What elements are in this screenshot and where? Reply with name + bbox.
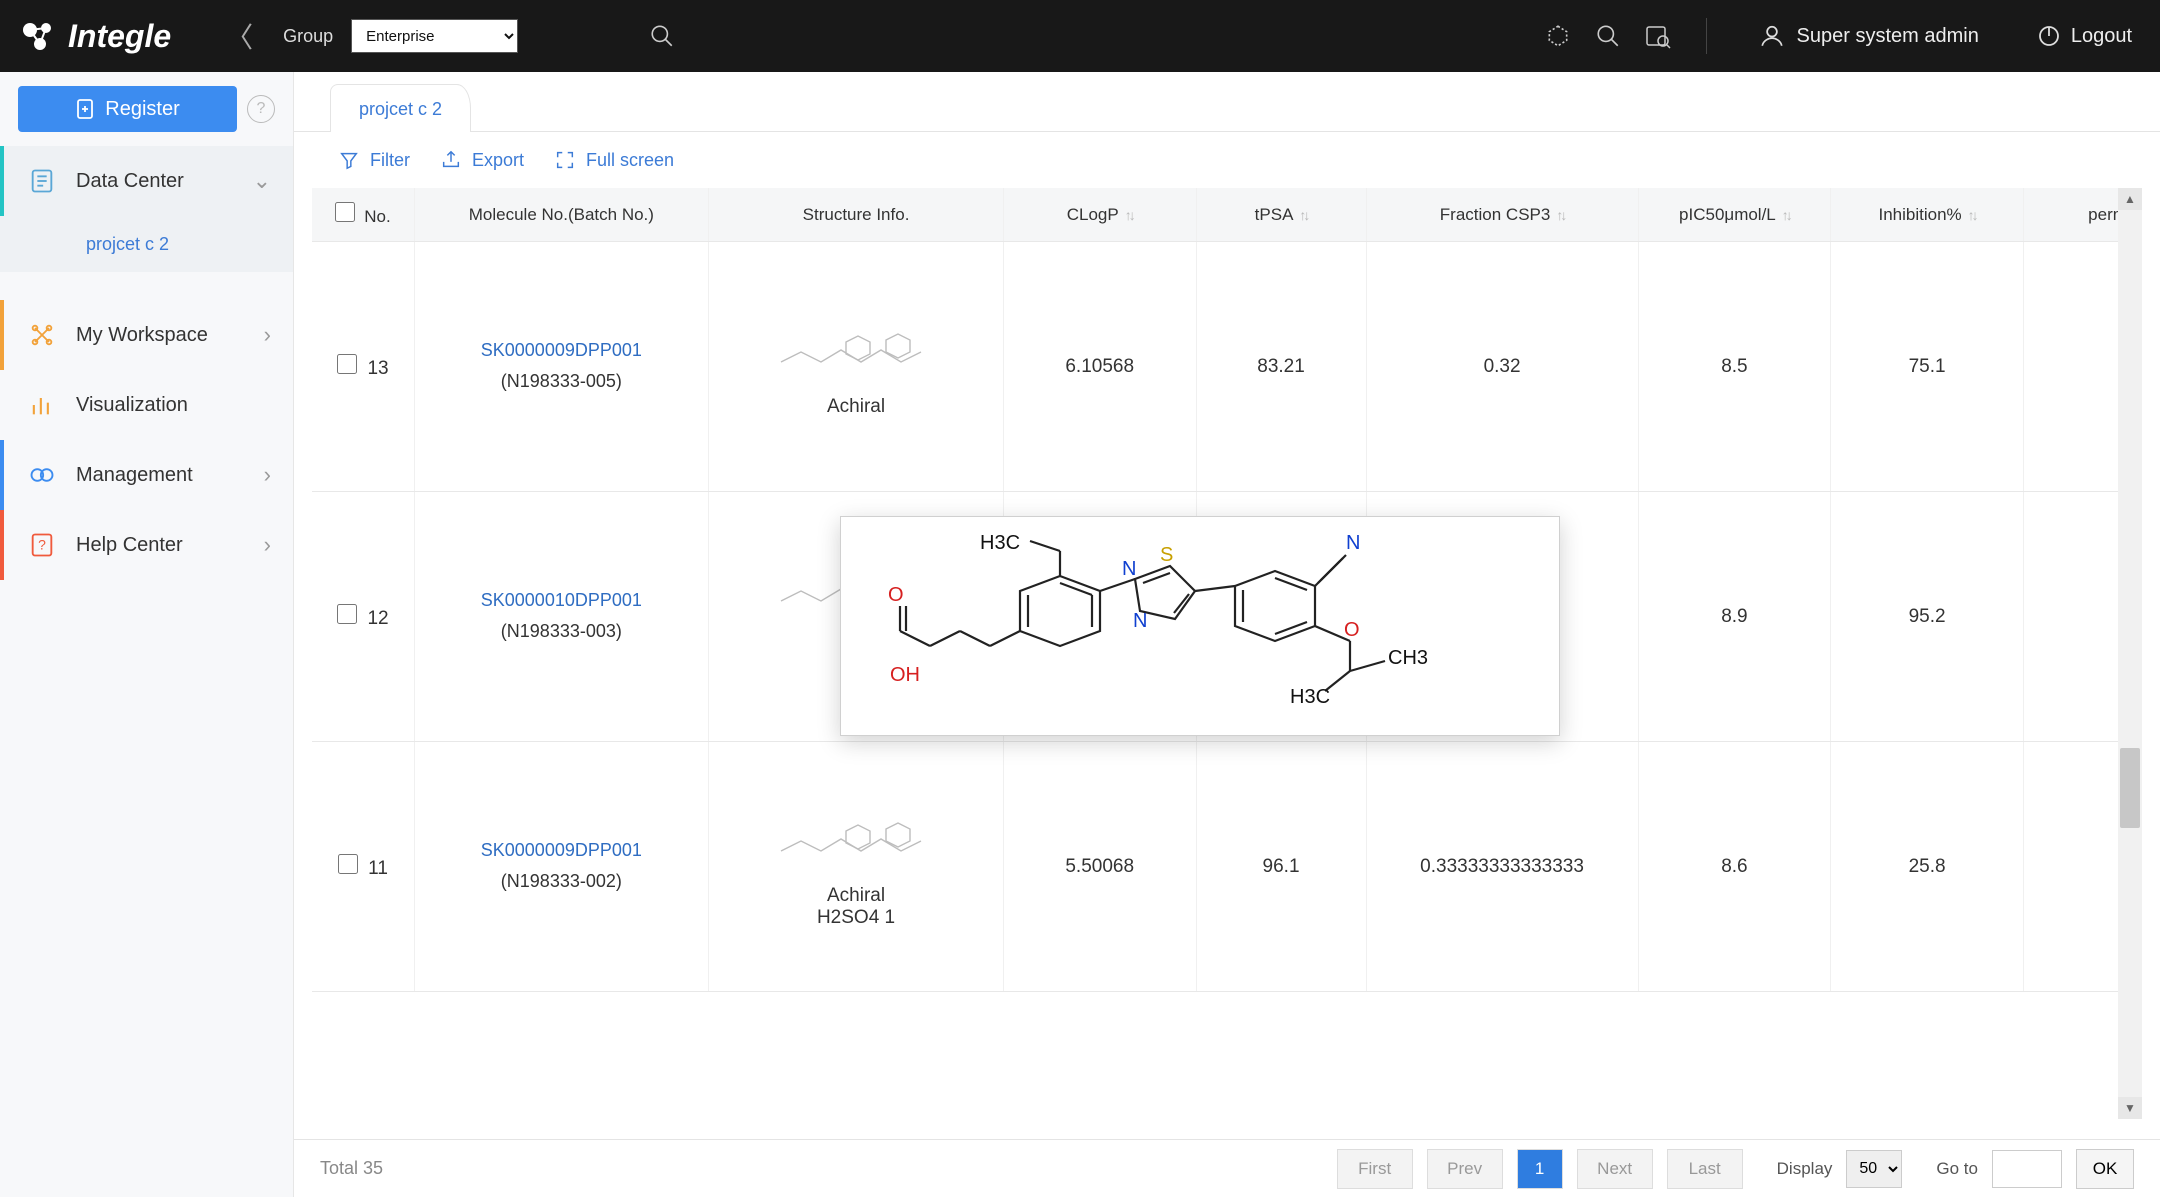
scroll-down-icon[interactable]: ▼	[2118, 1097, 2142, 1119]
group-label: Group	[283, 26, 333, 47]
row-checkbox[interactable]	[337, 604, 357, 624]
svg-text:S: S	[1160, 544, 1173, 566]
structure-thumb-icon[interactable]	[776, 322, 936, 382]
select-all-checkbox[interactable]	[335, 202, 355, 222]
goto-input[interactable]	[1992, 1150, 2062, 1188]
col-csp3[interactable]: Fraction CSP3↑↓	[1366, 188, 1638, 242]
sidebar-item-datacenter[interactable]: Data Center ⌄	[0, 146, 293, 216]
structure-thumb-icon[interactable]	[776, 811, 936, 871]
sort-icon: ↑↓	[1125, 207, 1133, 223]
structure-preview-popup: H3C N S N N O O OH CH3 H3C	[840, 516, 1560, 736]
goto-label: Go to	[1936, 1159, 1978, 1179]
total-label: Total 35	[320, 1158, 383, 1179]
chevron-right-icon: ›	[264, 532, 271, 558]
display-select[interactable]: 50	[1846, 1150, 1902, 1188]
row-checkbox[interactable]	[338, 854, 358, 874]
svg-text:O: O	[1344, 619, 1360, 641]
table-header-row: No. Molecule No.(Batch No.) Structure In…	[312, 188, 2142, 242]
goto-ok[interactable]: OK	[2076, 1149, 2134, 1189]
molecule-link[interactable]: SK0000009DPP001	[427, 840, 697, 861]
batch-no: (N198333-003)	[501, 621, 622, 641]
batch-no: (N198333-002)	[501, 871, 622, 891]
management-icon	[26, 459, 58, 491]
col-pic50[interactable]: pIC50μmol/L↑↓	[1638, 188, 1831, 242]
brand-name: Integle	[68, 18, 171, 55]
molecule-structure-icon: H3C N S N N O O OH CH3 H3C	[860, 531, 1540, 721]
group-select-wrap: Enterprise	[351, 19, 518, 53]
group-select[interactable]: Enterprise	[352, 20, 517, 52]
batch-no: (N198333-005)	[501, 371, 622, 391]
logo-mark-icon	[18, 16, 58, 56]
scroll-thumb[interactable]	[2120, 748, 2140, 828]
sidebar-item-helpcenter[interactable]: ? Help Center ›	[0, 510, 293, 580]
col-molecule[interactable]: Molecule No.(Batch No.)	[414, 188, 709, 242]
visualization-icon	[26, 389, 58, 421]
horizontal-scrollbar[interactable]	[294, 1119, 2160, 1139]
pagination-bar: Total 35 First Prev 1 Next Last Display …	[294, 1139, 2160, 1197]
user-label: Super system admin	[1797, 25, 1979, 48]
col-clogp[interactable]: CLogP↑↓	[1003, 188, 1196, 242]
tabs-bar: projcet c 2	[294, 72, 2160, 132]
page-next[interactable]: Next	[1577, 1149, 1653, 1189]
topbar: Integle 〈 Group Enterprise Super system …	[0, 0, 2160, 72]
workspace-icon	[26, 319, 58, 351]
svg-text:H3C: H3C	[1290, 686, 1330, 708]
svg-text:N: N	[1122, 558, 1136, 580]
svg-text:H3C: H3C	[980, 532, 1020, 554]
vertical-scrollbar[interactable]: ▲ ▼	[2118, 188, 2142, 1119]
svg-text:N: N	[1346, 532, 1360, 554]
molecule-link[interactable]: SK0000009DPP001	[427, 340, 697, 361]
register-button[interactable]: Register	[18, 86, 237, 132]
tab-project[interactable]: projcet c 2	[330, 84, 471, 132]
sidebar: Register ? Data Center ⌄ projcet c 2 My …	[0, 72, 294, 1197]
page-last[interactable]: Last	[1667, 1149, 1743, 1189]
datacenter-icon	[26, 165, 58, 197]
search-icon[interactable]	[646, 20, 678, 52]
page-prev[interactable]: Prev	[1427, 1149, 1503, 1189]
logout-button[interactable]: Logout	[2037, 24, 2132, 48]
page-first[interactable]: First	[1337, 1149, 1413, 1189]
back-icon[interactable]: 〈	[219, 16, 259, 56]
user-menu[interactable]: Super system admin	[1759, 23, 1979, 49]
toolbar: Filter Export Full screen	[294, 132, 2160, 188]
svg-text:?: ?	[38, 537, 46, 553]
col-inhib[interactable]: Inhibition%↑↓	[1831, 188, 2024, 242]
sidebar-item-workspace[interactable]: My Workspace ›	[0, 300, 293, 370]
svg-text:N: N	[1133, 610, 1147, 632]
fullscreen-button[interactable]: Full screen	[554, 149, 674, 171]
display-label: Display	[1777, 1159, 1833, 1179]
table-row[interactable]: 13SK0000009DPP001(N198333-005)Achiral6.1…	[312, 242, 2142, 492]
row-checkbox[interactable]	[337, 354, 357, 374]
search2-icon[interactable]	[1592, 20, 1624, 52]
brand-logo: Integle	[18, 16, 171, 56]
sidebar-item-management[interactable]: Management ›	[0, 440, 293, 510]
col-tpsa[interactable]: tPSA↑↓	[1196, 188, 1366, 242]
svg-text:OH: OH	[890, 664, 920, 686]
structure-search-icon[interactable]	[1642, 20, 1674, 52]
helpcenter-icon: ?	[26, 529, 58, 561]
molecule-icon[interactable]	[1542, 20, 1574, 52]
export-button[interactable]: Export	[440, 149, 524, 171]
col-structure[interactable]: Structure Info.	[709, 188, 1004, 242]
sidebar-item-visualization[interactable]: Visualization	[0, 370, 293, 440]
chevron-down-icon: ⌄	[253, 168, 271, 194]
sidebar-subitem-project[interactable]: projcet c 2	[0, 216, 293, 272]
table-row[interactable]: 11SK0000009DPP001(N198333-002)AchiralH2S…	[312, 742, 2142, 992]
page-current[interactable]: 1	[1517, 1149, 1563, 1189]
help-icon[interactable]: ?	[247, 95, 275, 123]
svg-text:CH3: CH3	[1388, 647, 1428, 669]
chevron-right-icon: ›	[264, 322, 271, 348]
logout-label: Logout	[2071, 25, 2132, 48]
svg-text:O: O	[888, 584, 904, 606]
divider	[1706, 18, 1707, 54]
scroll-up-icon[interactable]: ▲	[2118, 188, 2142, 210]
molecule-link[interactable]: SK0000010DPP001	[427, 590, 697, 611]
chevron-right-icon: ›	[264, 462, 271, 488]
filter-button[interactable]: Filter	[338, 149, 410, 171]
